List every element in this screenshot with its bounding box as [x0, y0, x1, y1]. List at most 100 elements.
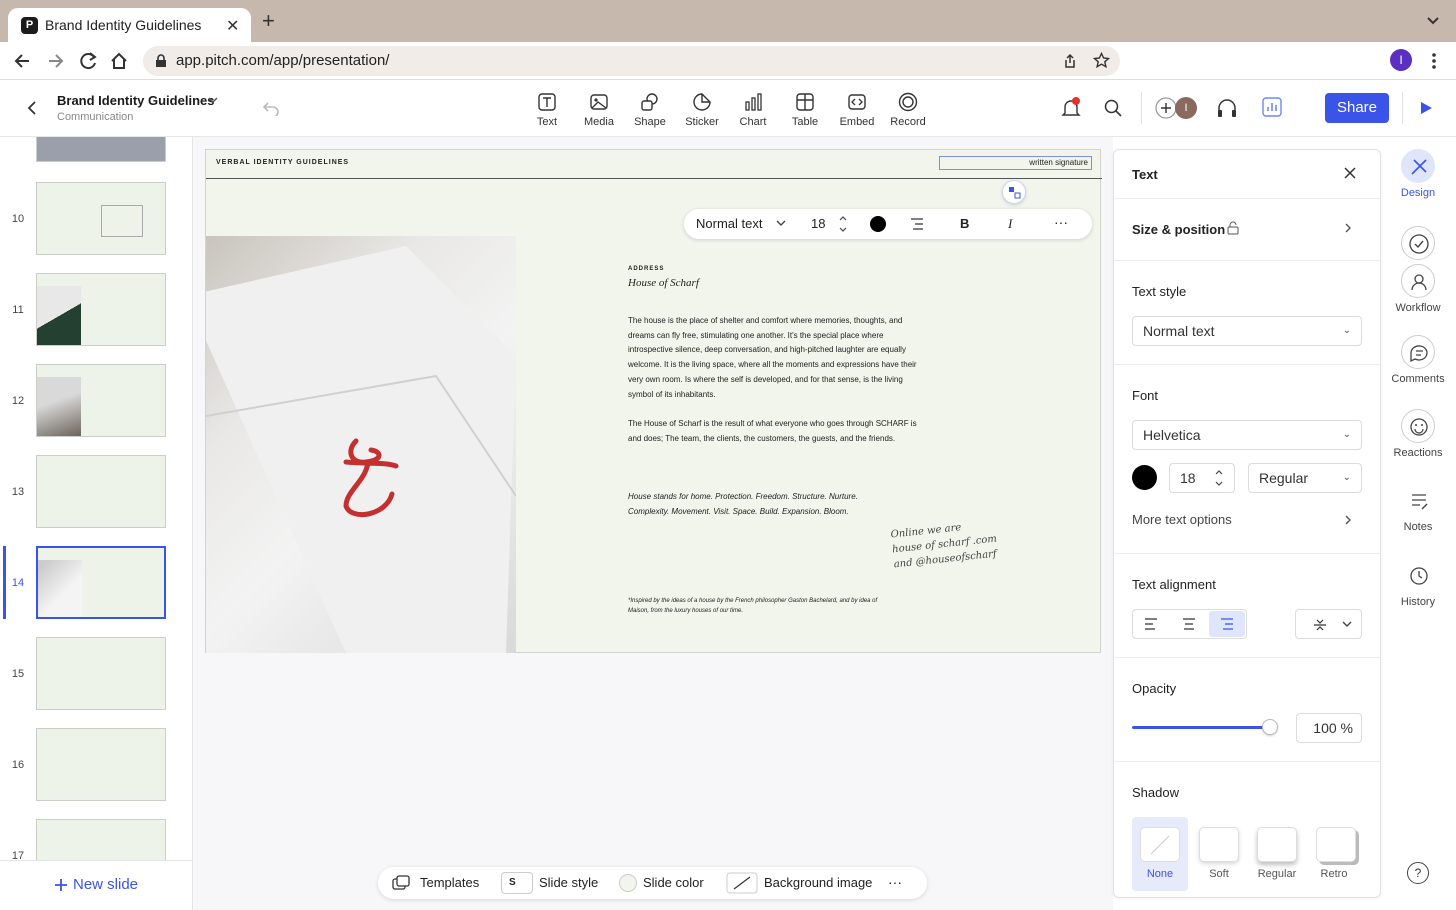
lock-icon[interactable]	[1227, 221, 1239, 235]
font-size-stepper-icon[interactable]	[838, 215, 848, 233]
slide-style-button[interactable]: S Slide style	[501, 867, 611, 899]
text-tool-button[interactable]: Text	[521, 92, 573, 128]
back-icon[interactable]	[12, 50, 34, 72]
thumbnail-image	[37, 377, 81, 436]
new-slide-button[interactable]: New slide	[0, 860, 192, 910]
slide-canvas[interactable]: VERBAL IDENTITY GUIDELINES written signa…	[205, 149, 1102, 653]
slide-thumbnail-11[interactable]	[36, 273, 166, 346]
align-right-icon[interactable]	[1220, 618, 1234, 630]
new-tab-icon[interactable]: +	[262, 10, 275, 32]
browser-profile-avatar[interactable]: I	[1390, 49, 1412, 71]
footnote-text[interactable]: *Inspired by the ideas of a house by the…	[628, 596, 888, 616]
analytics-icon[interactable]	[1262, 97, 1282, 117]
help-icon[interactable]: ?	[1407, 862, 1429, 884]
media-tool-button[interactable]: Media	[573, 92, 625, 128]
rail-history-button[interactable]: History	[1386, 558, 1450, 608]
rail-notes-button[interactable]: Notes	[1386, 483, 1450, 533]
chart-tool-button[interactable]: Chart	[727, 92, 779, 128]
rail-workflow-button[interactable]: Workflow	[1386, 226, 1450, 314]
slide-thumbnail-12[interactable]	[36, 364, 166, 437]
opacity-input[interactable]: 100 %	[1296, 713, 1362, 743]
font-size-stepper-icon[interactable]	[1214, 467, 1224, 489]
browser-tab[interactable]: P Brand Identity Guidelines ✕	[8, 8, 251, 42]
collaborator-avatar[interactable]: I	[1175, 97, 1197, 119]
slide-thumbnail-16[interactable]	[36, 728, 166, 801]
shadow-none-label: None	[1146, 868, 1174, 880]
rail-comments-button[interactable]: Comments	[1386, 335, 1450, 385]
templates-button[interactable]: Templates	[392, 867, 492, 899]
slide-photo[interactable]	[206, 236, 516, 653]
invite-plus-icon[interactable]	[1155, 97, 1177, 119]
shadow-retro-label: Retro	[1320, 868, 1348, 880]
back-chevron-icon[interactable]	[25, 100, 39, 116]
font-family-select[interactable]: Helvetica ⌄	[1132, 420, 1362, 450]
address-label[interactable]: ADDRESS	[628, 266, 664, 272]
shadow-regular-option[interactable]	[1257, 827, 1297, 862]
shape-tool-button[interactable]: Shape	[624, 92, 676, 128]
tab-search-chevron-icon[interactable]	[1425, 12, 1441, 28]
slide-thumbnail-13[interactable]	[36, 455, 166, 528]
smart-layout-handle-icon[interactable]	[1002, 180, 1026, 204]
slide-thumbnail-14[interactable]	[36, 546, 166, 619]
share-page-icon[interactable]	[1062, 53, 1078, 69]
document-title[interactable]: Brand Identity Guidelines	[57, 93, 214, 108]
font-size-input[interactable]: 18	[1169, 463, 1235, 493]
bottom-more-icon[interactable]: ···	[888, 874, 902, 890]
record-tool-button[interactable]: Record	[882, 92, 934, 128]
text-style-dropdown[interactable]: Normal text	[684, 209, 794, 239]
text-color-swatch[interactable]	[870, 216, 886, 232]
slide-header-text[interactable]: VERBAL IDENTITY GUIDELINES	[216, 159, 349, 166]
notifications-bell-icon[interactable]	[1061, 97, 1081, 119]
background-image-button[interactable]: Background image	[726, 867, 876, 899]
slide-thumbnail-9[interactable]	[36, 137, 166, 162]
more-options-icon[interactable]: ···	[1054, 214, 1068, 230]
selected-text-box[interactable]: written signature	[939, 156, 1092, 170]
body-paragraph-3[interactable]: House stands for home. Protection. Freed…	[628, 490, 888, 519]
sticker-tool-button[interactable]: Sticker	[676, 92, 728, 128]
body-paragraph-2[interactable]: The House of Scharf is the result of wha…	[628, 417, 918, 446]
font-color-swatch[interactable]	[1132, 465, 1157, 490]
address-bar[interactable]: app.pitch.com/app/presentation/	[143, 46, 1120, 76]
rail-design-button[interactable]: Design	[1386, 149, 1450, 199]
share-button[interactable]: Share	[1325, 93, 1389, 123]
body-paragraph-1[interactable]: The house is the place of shelter and co…	[628, 314, 918, 402]
slide-thumbnail-10[interactable]	[36, 182, 166, 255]
size-position-row[interactable]: Size & position	[1114, 199, 1380, 259]
table-tool-button[interactable]: Table	[779, 92, 831, 128]
align-left-icon[interactable]	[1144, 618, 1158, 630]
opacity-slider-track[interactable]	[1132, 726, 1270, 729]
vertical-alignment-select[interactable]	[1295, 609, 1362, 639]
font-size-value[interactable]: 18	[811, 216, 825, 231]
bold-button[interactable]: B	[960, 216, 969, 231]
lock-icon[interactable]	[155, 54, 167, 68]
home-icon[interactable]	[108, 50, 130, 72]
forward-icon[interactable]	[44, 50, 66, 72]
embed-tool-button[interactable]: Embed	[831, 92, 883, 128]
search-icon[interactable]	[1104, 99, 1122, 117]
address-name[interactable]: House of Scharf	[628, 277, 699, 289]
align-right-icon[interactable]	[910, 218, 924, 230]
browser-menu-icon[interactable]	[1426, 52, 1442, 70]
align-center-icon[interactable]	[1182, 618, 1196, 630]
font-weight-select[interactable]: Regular ⌄	[1248, 463, 1362, 493]
handwritten-signature[interactable]: Online we are house of scharf .com and @…	[890, 517, 999, 573]
shadow-none-option[interactable]	[1140, 827, 1180, 862]
shadow-soft-option[interactable]	[1199, 827, 1239, 862]
tab-close-icon[interactable]: ✕	[226, 16, 239, 36]
slide-thumbnail-15[interactable]	[36, 637, 166, 710]
close-icon[interactable]	[1344, 167, 1356, 179]
shadow-retro-option[interactable]	[1316, 827, 1356, 862]
headphones-icon[interactable]	[1216, 98, 1238, 118]
rail-reactions-button[interactable]: Reactions	[1386, 409, 1450, 459]
present-play-icon[interactable]	[1419, 101, 1433, 115]
italic-button[interactable]: I	[1008, 216, 1012, 232]
title-chevron-down-icon[interactable]	[207, 95, 219, 105]
slide-color-button[interactable]: Slide color	[619, 867, 719, 899]
text-style-select-value: Normal text	[1143, 323, 1215, 339]
more-text-options-row[interactable]: More text options	[1114, 505, 1380, 535]
reload-icon[interactable]	[77, 50, 99, 72]
bookmark-star-icon[interactable]	[1093, 52, 1110, 69]
opacity-slider-handle[interactable]	[1262, 719, 1278, 735]
text-style-select[interactable]: Normal text ⌄	[1132, 316, 1362, 346]
undo-icon[interactable]	[262, 100, 280, 116]
